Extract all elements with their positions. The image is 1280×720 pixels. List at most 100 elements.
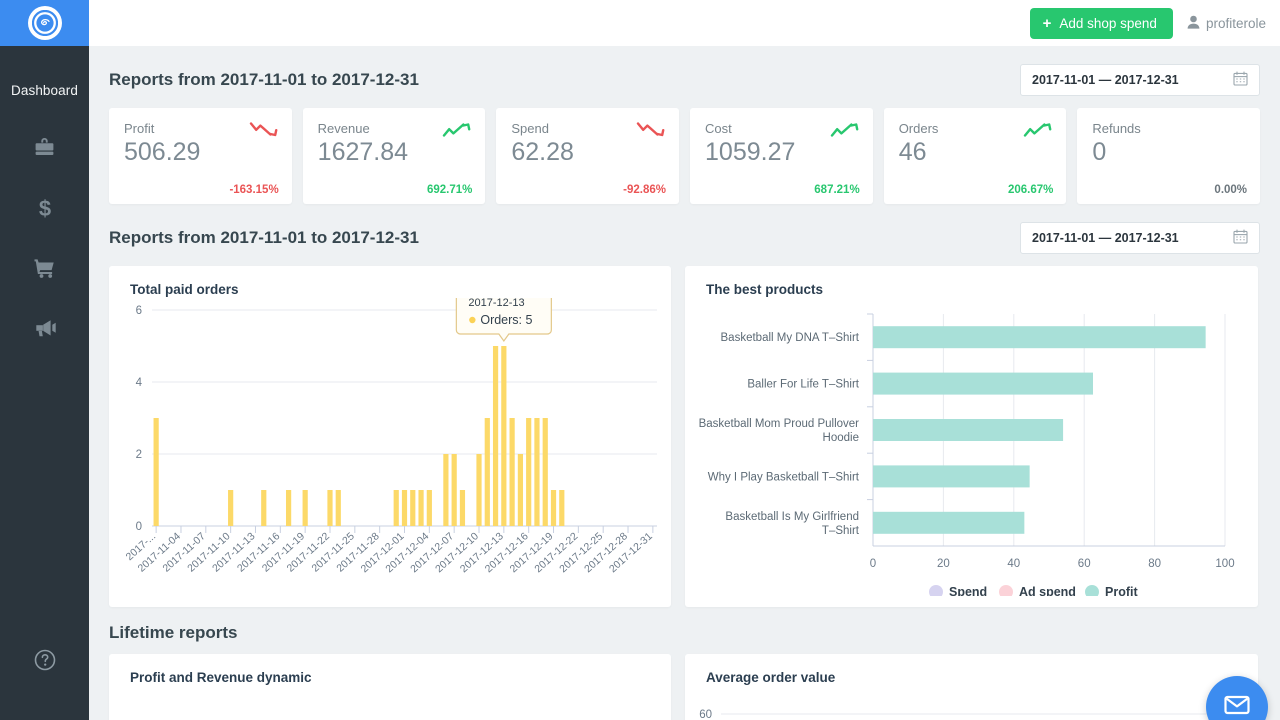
bar	[451, 454, 457, 526]
bar	[526, 418, 532, 526]
bar	[873, 372, 1093, 395]
sidebar-item-orders[interactable]	[0, 240, 89, 300]
bar	[501, 346, 507, 526]
kpi-delta: -163.15%	[229, 184, 279, 196]
svg-text:Basketball Mom Proud Pullover: Basketball Mom Proud Pullover	[699, 418, 860, 430]
legend-swatch	[929, 585, 943, 596]
kpi-row: Profit 506.29 -163.15% Revenue 1627.84 6…	[109, 108, 1261, 204]
megaphone-icon	[32, 316, 58, 345]
legend-label: Profit	[1105, 585, 1138, 596]
svg-text:Baller For Life T–Shirt: Baller For Life T–Shirt	[747, 379, 859, 391]
svg-text:Hoodie: Hoodie	[823, 432, 859, 444]
bar	[550, 490, 557, 526]
envelope-icon	[1222, 690, 1252, 720]
sidebar-item-marketing[interactable]	[0, 300, 89, 360]
svg-text:100: 100	[1215, 558, 1234, 570]
charts-section-header: Reports from 2017-11-01 to 2017-12-31 20…	[109, 204, 1260, 254]
svg-text:T–Shirt: T–Shirt	[822, 525, 860, 537]
sidebar-item-dashboard[interactable]: Dashboard	[0, 83, 89, 98]
kpi-card-orders: Orders 46 206.67%	[883, 108, 1067, 204]
user-name: profiterole	[1205, 15, 1266, 31]
legend-swatch	[1085, 585, 1099, 596]
chart-card-average-order-value: Average order value 60	[685, 654, 1258, 720]
total-paid-orders-chart[interactable]: 02462017-...2017-11-042017-11-072017-11-…	[109, 298, 671, 598]
reports-section-header: Reports from 2017-11-01 to 2017-12-31 20…	[109, 46, 1260, 96]
bar	[393, 490, 399, 526]
bar	[327, 490, 333, 526]
help-button[interactable]	[0, 647, 89, 678]
legend-label: Ad spend	[1019, 585, 1076, 596]
legend-label: Spend	[949, 585, 987, 596]
svg-text:60: 60	[699, 709, 712, 720]
date-range-value: 2017-11-01 — 2017-12-31	[1032, 73, 1179, 87]
cart-icon	[32, 256, 58, 285]
kpi-value: 0	[1092, 138, 1107, 166]
svg-text:6: 6	[136, 305, 142, 317]
trend-up-icon	[1023, 120, 1053, 145]
best-products-chart[interactable]: 0 20 40 60 80 100 Basketball My DNA T–Shirt Bal…	[685, 296, 1258, 596]
kpi-delta: 0.00%	[1214, 184, 1248, 196]
svg-text:40: 40	[1007, 558, 1020, 570]
bar	[285, 490, 292, 526]
add-shop-spend-button[interactable]: + Add shop spend	[1029, 7, 1173, 39]
svg-text:2: 2	[136, 449, 142, 461]
dollar-icon: $	[34, 195, 56, 226]
chart-card-total-paid-orders: Total paid orders 0 2 4 6 2017-... 2017-11-04…	[109, 266, 671, 607]
bar	[153, 418, 159, 526]
trend-up-icon	[830, 120, 860, 145]
sidebar-nav: $	[0, 120, 89, 360]
bar	[873, 419, 1064, 441]
sidebar-item-finance[interactable]: $	[0, 180, 89, 240]
bar	[410, 490, 416, 526]
bar	[418, 490, 424, 526]
svg-text:Basketball Is My Girlfriend: Basketball Is My Girlfriend	[725, 511, 859, 523]
bar	[517, 454, 524, 526]
svg-text:Why I Play Basketball T–Shirt: Why I Play Basketball T–Shirt	[708, 471, 860, 483]
question-circle-icon	[32, 647, 58, 678]
bar	[559, 490, 565, 526]
trend-up-icon	[442, 120, 472, 145]
svg-text:Basketball My DNA T–Shirt: Basketball My DNA T–Shirt	[721, 332, 860, 344]
charts-title: Reports from 2017-11-01 to 2017-12-31	[109, 228, 419, 247]
kpi-card-spend: Spend 62.28 -92.86%	[496, 108, 680, 204]
bar	[484, 418, 490, 526]
chart-card-profit-revenue: Profit and Revenue dynamic	[109, 654, 671, 720]
date-range-picker-charts[interactable]: 2017-11-01 — 2017-12-31	[1020, 222, 1260, 254]
bar	[873, 326, 1206, 349]
page-title: Reports from 2017-11-01 to 2017-12-31	[109, 70, 419, 89]
kpi-card-profit: Profit 506.29 -163.15%	[109, 108, 292, 204]
bar	[261, 490, 267, 526]
trend-down-icon	[636, 120, 666, 145]
user-menu[interactable]: profiterole	[1187, 15, 1266, 32]
bar	[302, 490, 308, 526]
date-range-picker-top[interactable]: 2017-11-01 — 2017-12-31	[1020, 64, 1260, 96]
sidebar-item-label: Dashboard	[11, 83, 78, 98]
kpi-card-refunds: Refunds 0 0.00%	[1077, 108, 1261, 204]
kpi-delta: 206.67%	[1007, 184, 1054, 196]
legend-swatch	[999, 585, 1013, 596]
bar	[228, 490, 234, 526]
bar	[335, 490, 341, 526]
add-shop-spend-label: Add shop spend	[1059, 15, 1157, 31]
bar	[509, 418, 515, 526]
bar	[426, 490, 432, 526]
chart-title: Total paid orders	[130, 282, 239, 297]
svg-text:60: 60	[1078, 558, 1091, 570]
bar	[476, 454, 482, 526]
bar	[534, 418, 540, 526]
plus-icon: +	[1042, 14, 1052, 32]
sidebar-item-shop[interactable]	[0, 120, 89, 180]
chart-tooltip: 2017-12-13 Orders: 5	[455, 298, 552, 343]
briefcase-icon	[32, 136, 57, 165]
dashboard-page: Dashboard $ + Add shop spend profiterole…	[0, 0, 1280, 720]
chart-title: The best products	[706, 282, 824, 297]
bar	[401, 490, 408, 526]
spiral-logo-icon	[27, 6, 62, 40]
bar	[492, 346, 499, 526]
svg-text:4: 4	[136, 377, 143, 389]
bar	[873, 511, 1025, 534]
bar	[443, 454, 449, 526]
chart-title: Average order value	[706, 670, 836, 685]
lifetime-title: Lifetime reports	[109, 623, 238, 642]
brand-logo-button[interactable]	[0, 0, 89, 46]
